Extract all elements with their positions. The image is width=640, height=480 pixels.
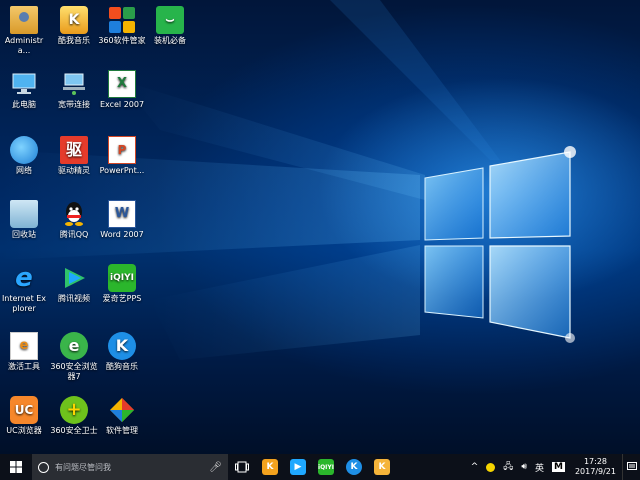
desktop-icon-label: 360软件管家 (98, 36, 146, 45)
clock-time: 17:28 (583, 457, 608, 466)
desktop-icon-iqiyi[interactable]: iQIYI 爱奇艺PPS (98, 264, 146, 304)
desktop-icon-driver-genius[interactable]: 驱 驱动精灵 (50, 136, 98, 176)
taskbar-app-iqiyi[interactable]: iQIYI (312, 454, 340, 480)
uc-browser-icon: UC (10, 396, 38, 424)
desktop-icon-essentials[interactable]: ⌣ 装机必备 (146, 6, 194, 46)
software-management-icon (108, 396, 136, 424)
desktop-icon-kuwo[interactable]: K 酷狗音乐 (98, 332, 146, 372)
notification-icon (626, 462, 637, 470)
360-tray-icon[interactable] (482, 462, 499, 472)
360-safeguard-icon: + (60, 396, 88, 424)
desktop-icon-powerpoint[interactable]: P PowerPnt... (98, 136, 146, 176)
shopping-bag-icon: ⌣ (156, 6, 184, 34)
desktop-icon-label: Word 2007 (100, 230, 144, 239)
desktop-icon-360-browser[interactable]: e 360安全浏览器7 (50, 332, 98, 382)
desktop-icon-label: 驱动精灵 (58, 166, 90, 175)
system-tray: ^ 🖧︎ 🔊︎ 英 M 17:28 2017/9/21 (467, 454, 640, 480)
desktop-icon-label: 腾讯视频 (58, 294, 90, 303)
kugou-box-icon: K (374, 459, 390, 475)
desktop-icon-label: Excel 2007 (99, 100, 145, 109)
desktop-icon-label: 酷狗音乐 (106, 362, 138, 371)
desktop-icon-label: 软件管理 (106, 426, 138, 435)
word-icon: W (108, 200, 136, 228)
desktop-icon-label: 腾讯QQ (59, 230, 89, 239)
kuwo-music-icon: K (346, 459, 362, 475)
broadband-connection-icon (60, 70, 88, 98)
activation-tool-icon: e (10, 332, 38, 360)
task-view-icon (235, 461, 249, 473)
desktop-icon-label: 宽带连接 (58, 100, 90, 109)
desktop-icon-software-management[interactable]: 软件管理 (98, 396, 146, 436)
taskbar-app-kugou-box[interactable]: K (368, 454, 396, 480)
this-pc-icon (10, 70, 38, 98)
desktop-icon-label: 此电脑 (12, 100, 36, 109)
desktop-icon-internet-explorer[interactable]: e Internet Explorer (0, 264, 48, 314)
kugou-music-icon: K (262, 459, 278, 475)
desktop-icon-this-pc[interactable]: 此电脑 (0, 70, 48, 110)
ime-language-indicator[interactable]: 英 (531, 461, 548, 474)
desktop-icon-label: 装机必备 (154, 36, 186, 45)
desktop-icon-label: PowerPnt... (99, 166, 145, 175)
iqiyi-icon: iQIYI (318, 459, 334, 475)
desktop-icon-label: 回收站 (12, 230, 36, 239)
desktop-icon-360-safeguard[interactable]: + 360安全卫士 (50, 396, 98, 436)
desktop-icon-qq[interactable]: 腾讯QQ (50, 200, 98, 240)
iqiyi-icon: iQIYI (108, 264, 136, 292)
microphone-icon[interactable]: 🎤︎ (209, 462, 222, 473)
taskbar-app-kuwo[interactable]: K (340, 454, 368, 480)
desktop-icon-word[interactable]: W Word 2007 (98, 200, 146, 240)
desktop-icon-network[interactable]: 网络 (0, 136, 48, 176)
powerpoint-icon: P (108, 136, 136, 164)
windows-start-icon (10, 461, 22, 473)
tencent-video-icon: ▶ (290, 459, 306, 475)
desktop-icon-uc-browser[interactable]: UC UC浏览器 (0, 396, 48, 436)
clock-date: 2017/9/21 (574, 467, 616, 476)
start-button[interactable] (0, 454, 32, 480)
qq-icon (60, 200, 88, 228)
desktop-icon-label: 激活工具 (8, 362, 40, 371)
desktop-icon-activation-tool[interactable]: e 激活工具 (0, 332, 48, 372)
tencent-video-icon (60, 264, 88, 292)
action-center-button[interactable] (622, 454, 640, 480)
user-folder-icon (10, 6, 38, 34)
show-hidden-icons-chevron-up-icon[interactable]: ^ (467, 462, 483, 472)
taskbar-app-tencent-video[interactable]: ▶ (284, 454, 312, 480)
360-software-manager-icon (108, 6, 136, 34)
desktop-icon-label: 360安全卫士 (50, 426, 98, 435)
desktop-icon-broadband[interactable]: 宽带连接 (50, 70, 98, 110)
desktop-icon-label: Internet Explorer (1, 294, 47, 313)
taskbar-app-kugou[interactable]: K (256, 454, 284, 480)
desktop-icon-recycle-bin[interactable]: 回收站 (0, 200, 48, 240)
cortana-icon (38, 461, 49, 473)
desktop-icon-label: 酷我音乐 (58, 36, 90, 45)
driver-genius-icon: 驱 (60, 136, 88, 164)
excel-icon: X (108, 70, 136, 98)
desktop-icon-label: Administra... (4, 36, 44, 55)
volume-icon[interactable]: 🔊︎ (517, 462, 531, 472)
taskbar-clock[interactable]: 17:28 2017/9/21 (569, 457, 622, 477)
taskbar: 有问题尽管问我 🎤︎ K ▶ iQIYI K K ^ 🖧︎ 🔊︎ 英 M 17:… (0, 454, 640, 480)
task-view-button[interactable] (228, 454, 256, 480)
desktop-icon-label: UC浏览器 (6, 426, 42, 435)
desktop-icon-excel[interactable]: X Excel 2007 (98, 70, 146, 110)
360-browser-icon: e (60, 332, 88, 360)
desktop-icon-administrator[interactable]: Administra... (0, 6, 48, 56)
desktop-icon-kugou[interactable]: K 酷我音乐 (50, 6, 98, 46)
desktop-icon-label: 爱奇艺PPS (102, 294, 142, 303)
search-placeholder: 有问题尽管问我 (55, 462, 111, 472)
internet-explorer-icon: e (15, 263, 33, 293)
desktop-icon-360-manager[interactable]: 360软件管家 (98, 6, 146, 46)
kugou-music-icon: K (60, 6, 88, 34)
network-status-icon[interactable]: 🖧︎ (499, 459, 517, 475)
network-icon (10, 136, 38, 164)
kuwo-music-icon: K (108, 332, 136, 360)
ime-mode-indicator[interactable]: M (548, 462, 569, 472)
desktop-icon-tencent-video[interactable]: 腾讯视频 (50, 264, 98, 304)
desktop-icon-label: 网络 (16, 166, 32, 175)
recycle-bin-icon (10, 200, 38, 228)
desktop-icon-label: 360安全浏览器7 (50, 362, 98, 381)
cortana-search-box[interactable]: 有问题尽管问我 🎤︎ (32, 454, 228, 480)
